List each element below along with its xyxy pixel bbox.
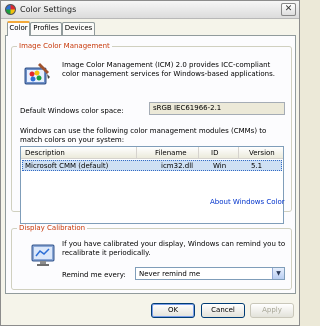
cell-description: Microsoft CMM (default) <box>25 162 109 170</box>
color-settings-window: Color Settings ✕ Color Profiles Devices … <box>0 0 300 326</box>
tab-profiles[interactable]: Profiles <box>30 22 62 35</box>
icm-group-title: Image Color Management <box>17 42 112 50</box>
column-header-description[interactable]: Description <box>21 147 137 159</box>
cmm-description: Windows can use the following color mana… <box>20 127 267 144</box>
apply-button[interactable]: Apply <box>250 303 294 318</box>
icm-group: Image Color Management Image Color Manag… <box>11 42 292 224</box>
color-wheel-icon <box>5 4 16 15</box>
tab-panel-color: Image Color Management Image Color Manag… <box>5 35 296 294</box>
display-calibration-icon <box>31 244 55 266</box>
tab-color[interactable]: Color <box>7 21 30 36</box>
ok-button[interactable]: OK <box>151 303 195 318</box>
calibration-description: If you have calibrated your display, Win… <box>62 240 286 257</box>
window-title: Color Settings <box>20 5 77 14</box>
default-space-label: Default Windows color space: <box>20 107 124 115</box>
tab-devices[interactable]: Devices <box>62 22 95 35</box>
remind-interval-value: Never remind me <box>139 270 201 278</box>
chevron-down-icon[interactable]: ▼ <box>272 268 284 279</box>
default-space-field[interactable]: sRGB IEC61966-2.1 <box>149 102 285 115</box>
remind-label: Remind me every: <box>62 271 126 279</box>
about-windows-color-link[interactable]: About Windows Color <box>210 198 285 206</box>
cell-id: Win <box>213 162 227 170</box>
cmm-list[interactable]: Description Filename ID Version Microsof… <box>20 146 284 224</box>
column-header-filename[interactable]: Filename <box>137 147 199 159</box>
table-row[interactable]: Microsoft CMM (default) icm32.dll Win 5.… <box>22 160 282 171</box>
cell-version: 5.1 <box>251 162 263 170</box>
calibration-group: Display Calibration If you have calibrat… <box>11 224 292 290</box>
monitor-paint-icon <box>24 63 50 85</box>
remind-interval-select[interactable]: Never remind me ▼ <box>135 267 285 280</box>
cmm-list-header: Description Filename ID Version <box>21 147 283 159</box>
icm-description: Image Color Management (ICM) 2.0 provide… <box>62 61 275 78</box>
cell-filename: icm32.dll <box>161 162 194 170</box>
close-icon[interactable]: ✕ <box>281 3 296 16</box>
cancel-button[interactable]: Cancel <box>201 303 245 318</box>
calibration-group-title: Display Calibration <box>17 224 88 232</box>
column-header-version[interactable]: Version <box>239 147 283 159</box>
column-header-id[interactable]: ID <box>199 147 239 159</box>
title-bar[interactable]: Color Settings ✕ <box>1 1 299 19</box>
